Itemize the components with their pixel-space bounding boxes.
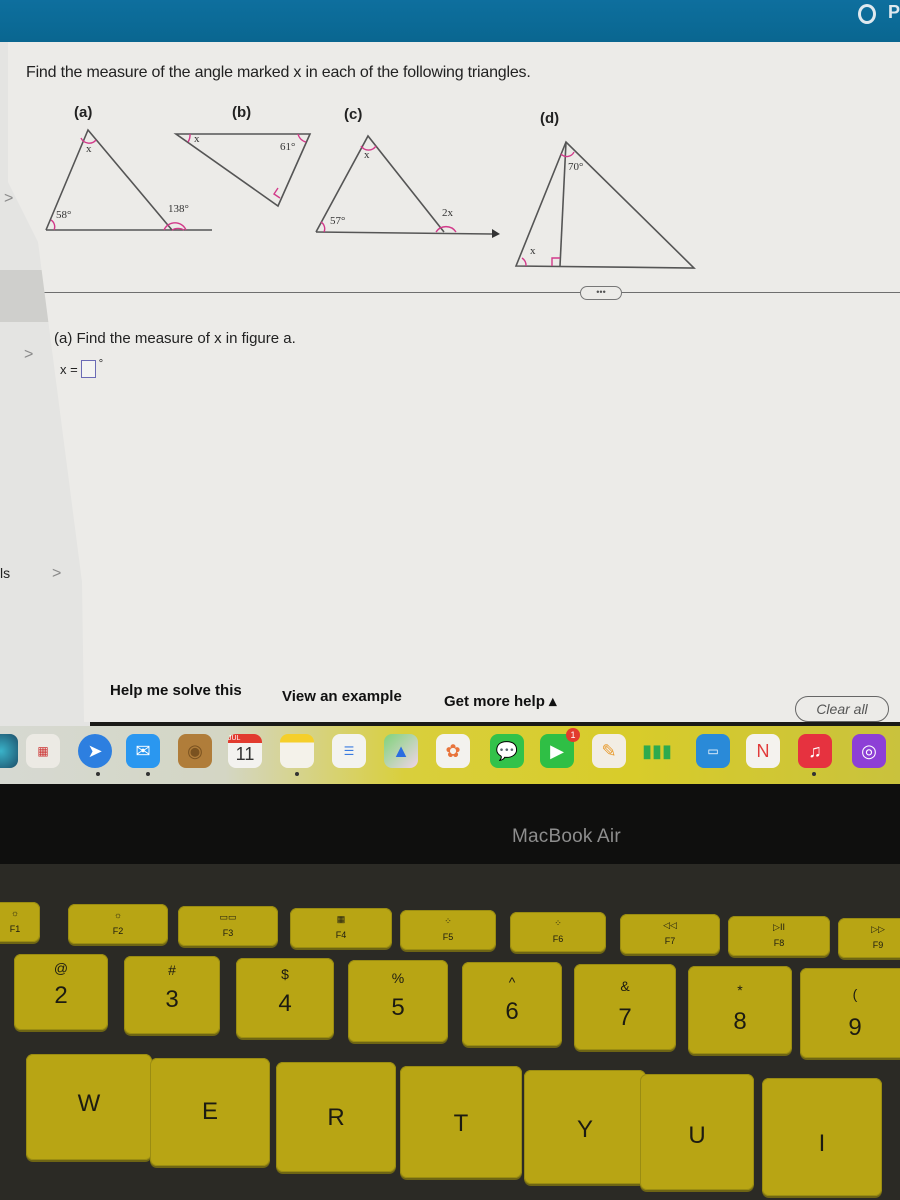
angle-c-x: x (364, 149, 370, 161)
key-t[interactable]: T (400, 1066, 522, 1178)
notes-icon[interactable] (280, 734, 314, 768)
angle-a-138: 138° (168, 203, 189, 215)
answer-prefix: x = (60, 361, 78, 377)
facetime-icon[interactable]: ▶ 1 (540, 728, 580, 768)
degree-symbol: ° (98, 358, 104, 370)
siri-icon[interactable] (0, 734, 18, 768)
section-divider (38, 292, 900, 293)
angle-d-70: 70° (568, 161, 583, 173)
mail-icon[interactable]: ✉ (126, 734, 160, 768)
key-f3[interactable]: ▭▭ F3 (178, 906, 278, 946)
messages-icon[interactable]: 💬 (490, 734, 524, 768)
triangle-figures: x 58° 138° x 61° x 57° 2x 70° x (45, 128, 696, 269)
news-icon[interactable]: N (746, 734, 780, 768)
help-bar: Help me solve this View an example Get m… (100, 676, 900, 722)
clear-all-button[interactable]: Clear all (795, 696, 889, 722)
keynote-icon[interactable]: ▭ (696, 734, 730, 768)
macos-dock: ▦ ➤ ✉ ◉ JUL 11 ☰ ▲ ✿ 💬 ▶ 1 ✎ ▮▮▮ ▭ N ♫ ◎ (0, 726, 900, 786)
key-y[interactable]: Y (524, 1070, 646, 1184)
facetime-badge: 1 (566, 728, 580, 742)
help-me-solve-link[interactable]: Help me solve this (110, 682, 242, 699)
key-f8[interactable]: ▷II F8 (728, 916, 830, 956)
laptop-bezel (0, 784, 900, 864)
reminders-icon[interactable]: ☰ (332, 734, 366, 768)
sidebar-chevron-3[interactable]: > (52, 565, 61, 583)
device-brand-label: MacBook Air (512, 826, 621, 847)
safari-icon[interactable]: ➤ (78, 734, 112, 768)
key-3[interactable]: #3 (124, 956, 220, 1034)
keyboard-deck: ☼ F1 ☼ F2 ▭▭ F3 ▦ F4 ⁘ F5 ⁘ F6 ◁◁ F7 ▷II F8 ▷▷ F9… (0, 864, 900, 1200)
answer-row: x = ° (60, 358, 104, 378)
angle-a-58: 58° (56, 209, 71, 221)
key-i[interactable]: I (762, 1078, 882, 1196)
ray-arrowhead-icon (492, 229, 500, 238)
more-options-button[interactable]: ••• (580, 286, 622, 300)
key-f2[interactable]: ☼ F2 (68, 904, 168, 944)
angle-d-x: x (530, 245, 536, 257)
angle-c-57: 57° (330, 215, 345, 227)
angle-b-x: x (194, 133, 200, 145)
top-header-bar: P (0, 0, 900, 42)
music-icon[interactable]: ♫ (798, 734, 832, 768)
key-f1[interactable]: ☼ F1 (0, 902, 40, 942)
key-f9[interactable]: ▷▷ F9 (838, 918, 900, 958)
problem-panel: Find the measure of the angle marked x i… (8, 42, 900, 722)
get-more-help-link[interactable]: Get more help ▴ (444, 692, 557, 710)
status-circle-icon[interactable] (858, 4, 876, 24)
angle-markers (50, 133, 575, 267)
sidebar-chevron-2[interactable]: > (24, 346, 33, 364)
photos-icon[interactable]: ✿ (436, 734, 470, 768)
key-u[interactable]: U (640, 1074, 754, 1190)
question-prompt: (a) Find the measure of x in figure a. (54, 330, 296, 347)
key-f6[interactable]: ⁘ F6 (510, 912, 606, 952)
sidebar-chevron-1[interactable]: > (4, 190, 13, 208)
angle-c-2x: 2x (442, 207, 454, 219)
launchpad-icon[interactable]: ▦ (26, 734, 60, 768)
calendar-day: 11 (235, 744, 255, 764)
key-9[interactable]: (9 (800, 968, 900, 1058)
key-e[interactable]: E (150, 1058, 270, 1166)
key-f7[interactable]: ◁◁ F7 (620, 914, 720, 954)
triangle-d (514, 140, 696, 269)
key-f5[interactable]: ⁘ F5 (400, 910, 496, 950)
key-6[interactable]: ^ 6 (462, 962, 562, 1046)
calendar-month: JUL (228, 734, 262, 743)
key-8[interactable]: * 8 (688, 966, 792, 1054)
numbers-icon[interactable]: ▮▮▮ (640, 734, 674, 768)
contacts-icon[interactable]: ◉ (178, 734, 212, 768)
angle-b-61: 61° (280, 141, 295, 153)
key-2[interactable]: @2 (14, 954, 108, 1030)
angle-a-x: x (86, 143, 92, 155)
podcasts-icon[interactable]: ◎ (852, 734, 886, 768)
key-5[interactable]: % 5 (348, 960, 448, 1042)
calendar-icon[interactable]: JUL 11 (228, 734, 262, 768)
key-f4[interactable]: ▦ F4 (290, 908, 392, 948)
key-r[interactable]: R (276, 1062, 396, 1172)
key-w[interactable]: W (26, 1054, 152, 1160)
sidebar-item-label[interactable]: ls (0, 565, 10, 581)
header-status-letter: P (887, 2, 900, 22)
maps-icon[interactable]: ▲ (384, 734, 418, 768)
key-7[interactable]: & 7 (574, 964, 676, 1050)
view-example-link[interactable]: View an example (282, 688, 402, 705)
answer-input[interactable] (80, 360, 96, 378)
key-4[interactable]: $4 (236, 958, 334, 1038)
pages-icon[interactable]: ✎ (592, 734, 626, 768)
